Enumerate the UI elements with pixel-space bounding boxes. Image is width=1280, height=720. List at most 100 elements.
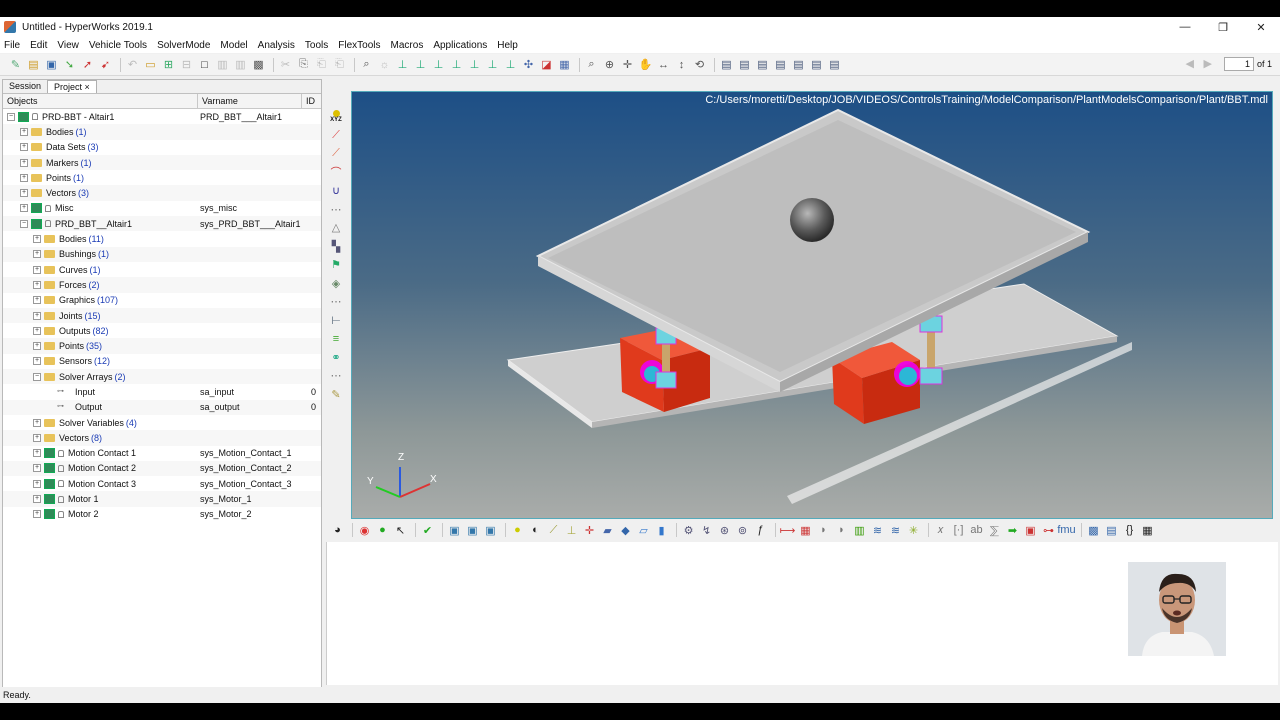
more3-icon[interactable]: ⋯ bbox=[328, 368, 344, 383]
expand-icon[interactable]: + bbox=[33, 495, 41, 504]
expand-icon[interactable]: + bbox=[33, 342, 41, 351]
tree-row[interactable]: ⊶ Output sa_output 0 bbox=[3, 399, 321, 415]
menu-model[interactable]: Model bbox=[220, 40, 247, 51]
tree-row[interactable]: − Solver Arrays (2) bbox=[3, 369, 321, 385]
form-icon[interactable]: ▤ bbox=[1104, 523, 1119, 537]
pan-icon[interactable]: ✋ bbox=[638, 58, 653, 72]
column-objects[interactable]: Objects bbox=[3, 94, 198, 108]
page-number-field[interactable]: 1 bbox=[1224, 57, 1254, 71]
graphics-entity-icon[interactable]: ◆ bbox=[618, 523, 633, 537]
tree-row[interactable]: + Graphics (107) bbox=[3, 293, 321, 308]
tree-row[interactable]: + Outputs (82) bbox=[3, 323, 321, 338]
delete-page-icon[interactable]: ⊟ bbox=[179, 58, 194, 72]
tree-row[interactable]: + Motion Contact 2 sys_Motion_Contact_2 bbox=[3, 460, 321, 477]
image-icon[interactable]: ▣ bbox=[447, 523, 462, 537]
color-wheel-icon[interactable]: ◉ bbox=[357, 523, 372, 537]
export-icon[interactable]: ➚ bbox=[80, 58, 95, 72]
tab-session[interactable]: Session bbox=[3, 80, 47, 93]
tree-row[interactable]: + Solver Variables (4) bbox=[3, 415, 321, 430]
deformable-entity-icon[interactable]: ▮ bbox=[654, 523, 669, 537]
belt-icon[interactable]: ≋ bbox=[888, 523, 903, 537]
tree-row[interactable]: − PRD-BBT - Altair1 PRD_BBT___Altair1 bbox=[3, 109, 321, 124]
minimize-button[interactable]: — bbox=[1166, 17, 1204, 37]
column-id[interactable]: ID bbox=[302, 94, 321, 108]
run-solver-icon[interactable]: ● bbox=[375, 523, 390, 537]
tree-row[interactable]: + Bushings (1) bbox=[3, 246, 321, 262]
expand-icon[interactable]: + bbox=[33, 280, 41, 289]
array-icon[interactable]: [·] bbox=[951, 523, 966, 537]
template-icon[interactable]: ✳ bbox=[906, 523, 921, 537]
field-icon[interactable]: ▥ bbox=[852, 523, 867, 537]
tree-row[interactable]: − PRD_BBT__Altair1 sys_PRD_BBT___Altair1 bbox=[3, 216, 321, 232]
system-icon[interactable]: ▦ bbox=[557, 58, 572, 72]
expand-icon[interactable]: + bbox=[33, 326, 41, 335]
vector-icon[interactable]: ⟋ bbox=[546, 523, 561, 537]
paste2-icon[interactable]: ⎗ bbox=[332, 58, 347, 72]
move-v-icon[interactable]: ↕ bbox=[674, 58, 689, 72]
zoom-icon[interactable]: ⌕ bbox=[359, 58, 374, 72]
spin-icon[interactable]: ⟲ bbox=[692, 58, 707, 72]
undo-icon[interactable]: ↶ bbox=[125, 58, 140, 72]
tree-row[interactable]: + Bodies (11) bbox=[3, 231, 321, 246]
tree-row[interactable]: + Bodies (1) bbox=[3, 124, 321, 140]
view-left-icon[interactable]: ▤ bbox=[791, 58, 806, 72]
collapse-icon[interactable]: − bbox=[33, 372, 41, 381]
close-button[interactable]: ✕ bbox=[1242, 17, 1280, 37]
marker-entity-icon[interactable]: ⊥ bbox=[564, 523, 579, 537]
contact-entity-icon[interactable]: ⊛ bbox=[717, 523, 732, 537]
run-icon[interactable]: ➹ bbox=[98, 58, 113, 72]
tree-row[interactable]: + Motion Contact 1 sys_Motion_Contact_1 bbox=[3, 446, 321, 461]
menu-file[interactable]: File bbox=[4, 40, 20, 51]
ruler-icon[interactable]: ⊢ bbox=[328, 313, 344, 328]
motion-entity-icon[interactable]: ⊚ bbox=[735, 523, 750, 537]
tree-row[interactable]: + Points (1) bbox=[3, 170, 321, 185]
marker-icon[interactable]: ⊥ bbox=[431, 58, 446, 72]
arc-icon[interactable]: ⌒ bbox=[328, 165, 344, 180]
restore-button[interactable]: ❐ bbox=[1204, 17, 1242, 37]
tree-row[interactable]: + Points (35) bbox=[3, 338, 321, 354]
menu-macros[interactable]: Macros bbox=[391, 40, 424, 51]
folder-icon[interactable]: ▭ bbox=[143, 58, 158, 72]
menu-tools[interactable]: Tools bbox=[305, 40, 328, 51]
force-entity-icon[interactable]: ↯ bbox=[699, 523, 714, 537]
open-model-icon[interactable]: ▤ bbox=[26, 58, 41, 72]
expand-icon[interactable]: + bbox=[33, 235, 41, 244]
column-varname[interactable]: Varname bbox=[198, 94, 302, 108]
tree-row[interactable]: + Markers (1) bbox=[3, 154, 321, 171]
tree-row[interactable]: + Motion Contact 3 sys_Motion_Contact_3 bbox=[3, 476, 321, 491]
fit-icon[interactable]: ⌕ bbox=[584, 58, 599, 72]
tree-row[interactable]: + Forces (2) bbox=[3, 277, 321, 293]
expand-icon[interactable]: + bbox=[33, 479, 41, 488]
fmu-icon[interactable]: fmu bbox=[1057, 523, 1075, 537]
tree-row[interactable]: + Misc sys_misc bbox=[3, 201, 321, 216]
add-page-icon[interactable]: ⊞ bbox=[161, 58, 176, 72]
select-mode-icon[interactable]: ◕ bbox=[330, 523, 345, 537]
menu-help[interactable]: Help bbox=[497, 40, 518, 51]
expand-icon[interactable]: + bbox=[33, 296, 41, 305]
zoom-in-icon[interactable]: ⊕ bbox=[602, 58, 617, 72]
body-icon[interactable]: ⊥ bbox=[395, 58, 410, 72]
window-icon[interactable]: ▥ bbox=[215, 58, 230, 72]
diff-icon[interactable]: ⅀ bbox=[987, 523, 1002, 537]
xyz-icon[interactable]: XYZ bbox=[328, 109, 344, 124]
collapse-icon[interactable]: − bbox=[7, 112, 15, 121]
expand-icon[interactable]: + bbox=[33, 250, 41, 259]
fx-icon[interactable]: ƒ bbox=[753, 523, 768, 537]
tree-row[interactable]: + Vectors (8) bbox=[3, 430, 321, 446]
rotate-icon[interactable]: ✛ bbox=[620, 58, 635, 72]
view-top-icon[interactable]: ▤ bbox=[755, 58, 770, 72]
expand-icon[interactable]: + bbox=[20, 173, 28, 182]
expand-icon[interactable]: + bbox=[33, 265, 41, 274]
lightbulb-icon[interactable]: ☼ bbox=[377, 58, 392, 72]
save-icon[interactable]: ▣ bbox=[44, 58, 59, 72]
cursor-icon[interactable]: ↖ bbox=[393, 523, 408, 537]
menu-analysis[interactable]: Analysis bbox=[258, 40, 295, 51]
control-icon[interactable]: ➡ bbox=[1005, 523, 1020, 537]
tree-row[interactable]: + Motor 2 sys_Motor_2 bbox=[3, 507, 321, 522]
paste-icon[interactable]: ⎗ bbox=[314, 58, 329, 72]
point-icon[interactable]: ● bbox=[510, 523, 525, 537]
spring-icon[interactable]: ⊥ bbox=[467, 58, 482, 72]
import-icon[interactable]: ➘ bbox=[62, 58, 77, 72]
tree-row[interactable]: + Joints (15) bbox=[3, 307, 321, 324]
force-icon[interactable]: ⊥ bbox=[449, 58, 464, 72]
